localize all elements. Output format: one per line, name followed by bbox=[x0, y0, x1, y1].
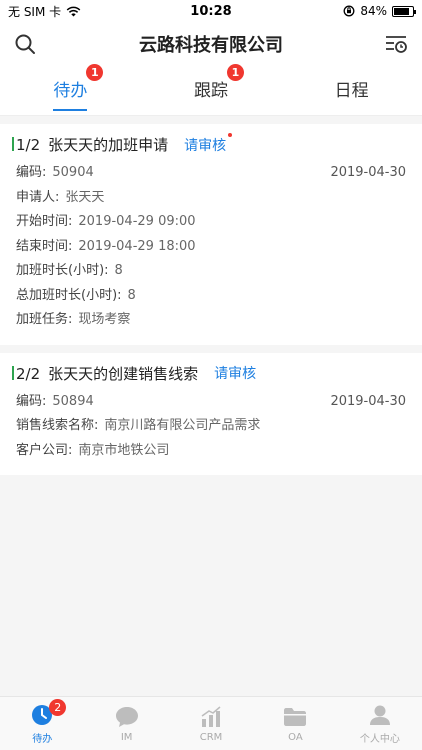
field-label: 客户公司: bbox=[16, 442, 73, 458]
field-row: 申请人: 张天天 bbox=[16, 186, 406, 211]
code-row: 编码: 50904 2019-04-30 bbox=[16, 161, 406, 186]
history-filter-icon[interactable] bbox=[384, 33, 408, 55]
review-link[interactable]: 请审核 bbox=[184, 132, 233, 155]
card-title-text: 张天天的创建销售线索 bbox=[48, 364, 199, 383]
status-left: 无 SIM 卡 bbox=[8, 3, 81, 20]
field-row: 结束时间: 2019-04-29 18:00 bbox=[16, 235, 406, 260]
card-title-text: 张天天的加班申请 bbox=[48, 136, 169, 154]
review-link[interactable]: 请审核 bbox=[214, 363, 256, 383]
card-title: 2/2 张天天的创建销售线索 bbox=[16, 363, 198, 384]
field-label: 开始时间: bbox=[16, 214, 73, 229]
tab-todo-badge: 1 bbox=[86, 64, 104, 81]
tab-tracking-text: 跟踪 bbox=[194, 81, 228, 101]
card-title: 1/2 张天天的加班申请 bbox=[16, 134, 168, 155]
card-header: 1/2 张天天的加班申请 请审核 bbox=[12, 132, 406, 155]
tab-todo[interactable]: 待办 1 bbox=[0, 64, 141, 115]
tab-schedule-label: 日程 bbox=[335, 76, 369, 105]
bottom-tab-oa[interactable]: OA bbox=[253, 697, 337, 750]
bottom-tab-im-label: IM bbox=[120, 731, 133, 743]
status-bar: 无 SIM 卡 10:28 84% bbox=[0, 0, 422, 22]
bottom-tab-profile-label: 个人中心 bbox=[359, 733, 400, 745]
field-label: 结束时间: bbox=[16, 238, 73, 254]
field-row: 销售线索名称: 南京川路有限公司产品需求 bbox=[16, 414, 406, 439]
card-index: 1/2 bbox=[16, 136, 41, 154]
tab-bar: 待办 1 跟踪 1 日程 bbox=[0, 64, 422, 116]
tab-tracking-badge: 1 bbox=[227, 64, 244, 81]
carrier-text: 无 SIM 卡 bbox=[8, 4, 62, 19]
field-row: 加班任务: 现场考察 bbox=[16, 308, 406, 333]
field-value: 8 bbox=[127, 287, 136, 303]
bottom-tab-todo-badge: 2 bbox=[49, 698, 67, 716]
battery-icon bbox=[392, 5, 416, 17]
status-right: 84% bbox=[343, 4, 416, 18]
field-label: 总加班时长(小时): bbox=[16, 287, 122, 303]
battery-percent: 84% bbox=[360, 4, 387, 18]
bottom-tab-im[interactable]: IM bbox=[84, 697, 168, 750]
field-label: 申请人: bbox=[16, 189, 60, 205]
field-value: 南京川路有限公司产品需求 bbox=[104, 418, 261, 433]
tab-tracking[interactable]: 跟踪 1 bbox=[141, 64, 282, 115]
field-label: 销售线索名称: bbox=[16, 418, 99, 433]
card-date: 2019-04-30 bbox=[330, 393, 406, 409]
bottom-tab-profile[interactable]: 个人中心 bbox=[338, 697, 422, 750]
code-label: 编码: bbox=[16, 165, 47, 180]
todo-clock-icon: 2 bbox=[30, 698, 67, 727]
bottom-tab-oa-label: OA bbox=[288, 731, 303, 743]
unread-dot bbox=[228, 132, 233, 137]
code-label: 编码: bbox=[16, 393, 47, 409]
page-title: 云路科技有限公司 bbox=[139, 35, 283, 56]
orientation-lock-icon bbox=[343, 5, 355, 17]
field-row: 加班时长(小时): 8 bbox=[16, 259, 406, 284]
review-link-text: 请审核 bbox=[184, 137, 227, 154]
person-icon bbox=[368, 703, 392, 727]
bottom-tab-crm[interactable]: CRM bbox=[169, 697, 253, 750]
field-label: 加班任务: bbox=[16, 312, 73, 327]
field-value: 2019-04-29 09:00 bbox=[78, 214, 196, 229]
tab-schedule[interactable]: 日程 bbox=[281, 66, 422, 115]
bottom-tab-crm-label: CRM bbox=[199, 731, 223, 743]
tab-schedule-text: 日程 bbox=[334, 81, 369, 101]
card-date: 2019-04-30 bbox=[330, 165, 406, 180]
chat-bubble-icon bbox=[115, 705, 139, 729]
tab-tracking-label: 跟踪 1 bbox=[194, 64, 244, 105]
folder-icon bbox=[283, 705, 307, 729]
field-value: 南京市地铁公司 bbox=[78, 442, 170, 458]
tab-todo-label: 待办 1 bbox=[53, 64, 104, 111]
approval-card[interactable]: 2/2 张天天的创建销售线索 请审核 编码: 50894 2019-04-30 销售… bbox=[0, 352, 422, 475]
tab-todo-text: 待办 bbox=[53, 81, 88, 101]
card-index: 2/2 bbox=[16, 364, 41, 383]
search-icon[interactable] bbox=[14, 33, 36, 55]
code-value: 50904 bbox=[52, 165, 94, 180]
bottom-tab-todo-label: 待办 bbox=[32, 733, 53, 745]
approval-card[interactable]: 1/2 张天天的加班申请 请审核 编码: 50904 2019-04-30 申请人:… bbox=[0, 124, 422, 345]
field-value: 现场考察 bbox=[78, 312, 131, 327]
field-label: 加班时长(小时): bbox=[16, 263, 109, 278]
bottom-tab-bar: 2 待办 IM CRM OA 个人中心 bbox=[0, 696, 422, 750]
field-row: 开始时间: 2019-04-29 09:00 bbox=[16, 210, 406, 235]
wifi-icon bbox=[66, 6, 81, 16]
battery-fill bbox=[394, 7, 410, 15]
nav-bar: 云路科技有限公司 bbox=[0, 22, 422, 66]
field-value: 张天天 bbox=[65, 189, 105, 205]
bar-chart-icon bbox=[199, 705, 223, 729]
field-row: 总加班时长(小时): 8 bbox=[16, 284, 406, 309]
code-row: 编码: 50894 2019-04-30 bbox=[16, 390, 406, 415]
card-header: 2/2 张天天的创建销售线索 请审核 bbox=[12, 363, 406, 384]
code-value: 50894 bbox=[52, 393, 94, 409]
review-link-text: 请审核 bbox=[214, 366, 257, 382]
field-value: 8 bbox=[114, 263, 123, 278]
status-time: 10:28 bbox=[190, 3, 232, 19]
bottom-tab-todo[interactable]: 2 待办 bbox=[0, 697, 84, 750]
field-value: 2019-04-29 18:00 bbox=[78, 238, 196, 254]
field-row: 客户公司: 南京市地铁公司 bbox=[16, 439, 406, 464]
